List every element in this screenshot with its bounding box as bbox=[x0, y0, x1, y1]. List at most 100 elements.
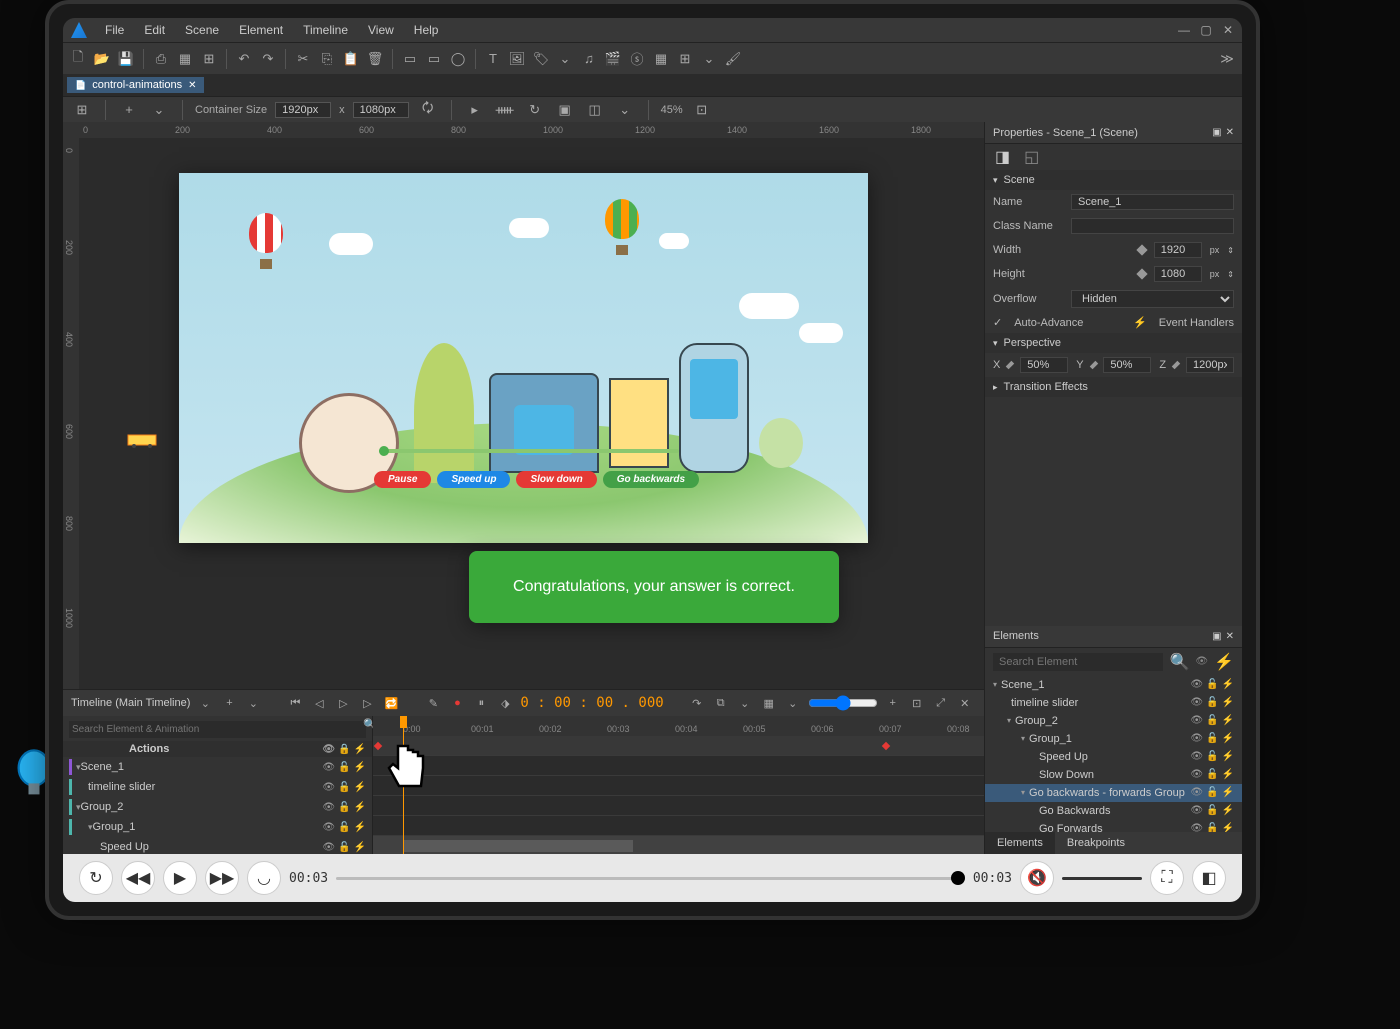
eye-icon[interactable]: 👁 bbox=[1190, 733, 1203, 744]
lock-icon[interactable]: 🔓 bbox=[338, 822, 350, 833]
pause-button[interactable]: Pause bbox=[374, 471, 431, 488]
fit-icon[interactable]: ⊡ bbox=[691, 99, 713, 121]
lightning-icon[interactable]: ⚡ bbox=[354, 744, 366, 755]
audio-icon[interactable]: ♫ bbox=[578, 48, 600, 70]
timeline-search-input[interactable] bbox=[69, 721, 366, 738]
eye-icon[interactable]: 👁 bbox=[322, 782, 335, 793]
z-input[interactable] bbox=[1186, 357, 1234, 373]
tab-close-icon[interactable]: ✕ bbox=[188, 80, 196, 91]
menu-file[interactable]: File bbox=[95, 23, 134, 37]
element-row[interactable]: ▾Group_2👁🔓⚡ bbox=[985, 712, 1242, 730]
document-tab[interactable]: 📄 control-animations ✕ bbox=[67, 77, 204, 93]
easing-icon[interactable]: ↷ bbox=[688, 694, 706, 712]
next-frame-icon[interactable]: ▷ bbox=[358, 694, 376, 712]
tool-icon[interactable]: ⊞ bbox=[198, 48, 220, 70]
menu-scene[interactable]: Scene bbox=[175, 23, 229, 37]
menu-help[interactable]: Help bbox=[404, 23, 449, 37]
eye-icon[interactable]: 👁 bbox=[322, 822, 335, 833]
preview-icon[interactable]: ▦ bbox=[174, 48, 196, 70]
lightning-icon[interactable]: ⚡ bbox=[1222, 733, 1234, 744]
element-row[interactable]: timeline slider👁🔓⚡ bbox=[985, 694, 1242, 712]
mute-button[interactable]: 🔇 bbox=[1020, 861, 1054, 895]
eye-icon[interactable]: 👁 bbox=[1195, 656, 1208, 667]
chevron-down-icon[interactable]: ⌄ bbox=[736, 694, 754, 712]
video-icon[interactable]: 🎬 bbox=[602, 48, 624, 70]
expand-icon[interactable]: ▣ bbox=[1212, 127, 1221, 138]
menu-view[interactable]: View bbox=[358, 23, 404, 37]
canvas-area[interactable]: Pause Speed up Slow down Go backwards Co… bbox=[79, 138, 984, 689]
lightning-icon[interactable]: ⚡ bbox=[1214, 652, 1234, 672]
element-row[interactable]: ▾Scene_1👁🔓⚡ bbox=[985, 676, 1242, 694]
bus-element[interactable] bbox=[126, 433, 158, 449]
lightning-icon[interactable]: ⚡ bbox=[354, 782, 366, 793]
record-icon[interactable]: ● bbox=[448, 694, 466, 712]
menu-edit[interactable]: Edit bbox=[134, 23, 175, 37]
player-seek-slider[interactable] bbox=[336, 877, 965, 880]
image-icon[interactable]: 🖼 bbox=[506, 48, 528, 70]
timeline-row[interactable]: ▾Group_2👁🔓⚡ bbox=[63, 797, 372, 817]
stepper-icon[interactable]: ⇕ bbox=[1227, 246, 1234, 255]
lock-icon[interactable]: 🔓 bbox=[338, 782, 350, 793]
event-handlers-button[interactable]: Event Handlers bbox=[1159, 317, 1234, 329]
lightning-icon[interactable]: ⚡ bbox=[354, 842, 366, 853]
lightning-icon[interactable]: ⚡ bbox=[1222, 751, 1234, 762]
container-width-input[interactable] bbox=[275, 102, 331, 118]
playhead[interactable] bbox=[403, 716, 404, 854]
open-icon[interactable]: 📂 bbox=[91, 48, 113, 70]
fullscreen-button[interactable]: ⛶ bbox=[1150, 861, 1184, 895]
lock-icon[interactable]: 🔓 bbox=[1206, 751, 1218, 762]
image2-icon[interactable]: 🏷 bbox=[530, 48, 552, 70]
x-input[interactable] bbox=[1020, 357, 1068, 373]
lightning-icon[interactable]: ⚡ bbox=[354, 822, 366, 833]
lightning-icon[interactable]: ⚡ bbox=[1222, 715, 1234, 726]
lightning-icon[interactable]: ⚡ bbox=[1222, 769, 1234, 780]
replay-button[interactable]: ↻ bbox=[79, 861, 113, 895]
eye-icon[interactable]: 👁 bbox=[322, 762, 335, 773]
timeline-track[interactable] bbox=[373, 776, 984, 796]
timeline-track[interactable] bbox=[373, 796, 984, 816]
edit-icon[interactable]: ✎ bbox=[424, 694, 442, 712]
link-icon[interactable]: 🗘 bbox=[417, 99, 439, 121]
fit-icon[interactable]: ⊡ bbox=[908, 694, 926, 712]
element-row[interactable]: Slow Down👁🔓⚡ bbox=[985, 766, 1242, 784]
dropdown-icon[interactable]: ⌄ bbox=[698, 48, 720, 70]
height-input[interactable] bbox=[1154, 266, 1202, 282]
overflow-select[interactable]: Hidden bbox=[1071, 290, 1234, 308]
brush-icon[interactable]: 🖌 bbox=[722, 48, 744, 70]
element-row[interactable]: Speed Up👁🔓⚡ bbox=[985, 748, 1242, 766]
keyframe-marker[interactable] bbox=[882, 742, 890, 750]
new-icon[interactable]: 🗋 bbox=[67, 48, 89, 70]
timeline-track[interactable] bbox=[373, 816, 984, 836]
elements-tab[interactable]: Elements bbox=[985, 832, 1055, 854]
eye-icon[interactable]: 👁 bbox=[1190, 715, 1203, 726]
maximize-button[interactable]: ▢ bbox=[1200, 24, 1212, 36]
close-icon[interactable]: ✕ bbox=[1226, 127, 1234, 138]
elements-search-input[interactable] bbox=[993, 653, 1163, 671]
div-icon[interactable]: ▭ bbox=[399, 48, 421, 70]
chevron-down-icon[interactable]: ⌄ bbox=[244, 694, 262, 712]
play-button[interactable]: ▶ bbox=[163, 861, 197, 895]
container-height-input[interactable] bbox=[353, 102, 409, 118]
speedup-button[interactable]: Speed up bbox=[437, 471, 510, 488]
forward-button[interactable]: ▶▶ bbox=[205, 861, 239, 895]
element-row[interactable]: ▾Group_1👁🔓⚡ bbox=[985, 730, 1242, 748]
lightning-icon[interactable]: ⚡ bbox=[1222, 679, 1234, 690]
transition-section-header[interactable]: Transition Effects bbox=[985, 377, 1242, 397]
timeline-track[interactable] bbox=[373, 756, 984, 776]
chevron-down-icon[interactable]: ⌄ bbox=[148, 99, 170, 121]
eye-icon[interactable]: 👁 bbox=[1190, 769, 1203, 780]
name-input[interactable] bbox=[1071, 194, 1234, 210]
add-icon[interactable]: + bbox=[118, 99, 140, 121]
lightning-icon[interactable]: ⚡ bbox=[354, 802, 366, 813]
menu-element[interactable]: Element bbox=[229, 23, 293, 37]
lightning-icon[interactable]: ⚡ bbox=[1222, 697, 1234, 708]
lock-icon[interactable]: 🔓 bbox=[1206, 823, 1218, 832]
eye-icon[interactable]: 👁 bbox=[1190, 751, 1203, 762]
redo-icon[interactable]: ↷ bbox=[257, 48, 279, 70]
element-row[interactable]: ▾Go backwards - forwards Group👁🔓⚡ bbox=[985, 784, 1242, 802]
expand-icon[interactable]: ▣ bbox=[1212, 631, 1221, 642]
eye-icon[interactable]: 👁 bbox=[1190, 679, 1203, 690]
actions-track[interactable] bbox=[373, 736, 984, 756]
speed-button[interactable]: ◡ bbox=[247, 861, 281, 895]
pointer-icon[interactable]: ▸ bbox=[464, 99, 486, 121]
